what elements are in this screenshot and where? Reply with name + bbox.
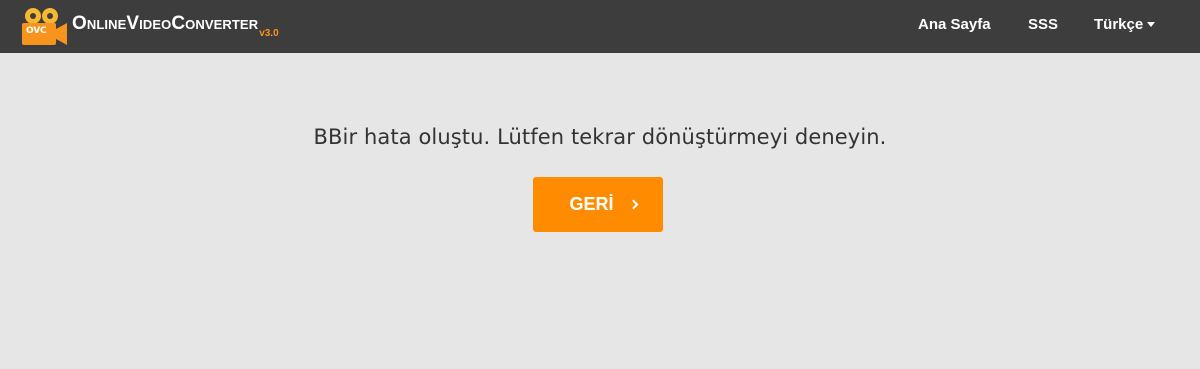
- site-logo[interactable]: OVC OnlineVideoConverter v3.0: [22, 5, 279, 47]
- nav-faq-link[interactable]: SSS: [1028, 16, 1058, 33]
- logo-version: v3.0: [259, 27, 279, 39]
- main-content: BBir hata oluştu. Lütfen tekrar dönüştür…: [0, 53, 1200, 369]
- error-message: BBir hata oluştu. Lütfen tekrar dönüştür…: [313, 125, 887, 149]
- nav-home-link[interactable]: Ana Sayfa: [918, 16, 991, 33]
- language-label: Türkçe: [1094, 16, 1144, 33]
- back-button-label: GERİ: [569, 194, 614, 214]
- top-navbar: OVC OnlineVideoConverter v3.0 Ana Sayfa …: [0, 0, 1200, 53]
- film-camera-icon: OVC: [22, 6, 68, 46]
- logo-name: OnlineVideoConverter: [72, 13, 259, 34]
- logo-badge: OVC: [26, 26, 47, 36]
- back-button[interactable]: GERİ: [533, 177, 663, 232]
- chevron-right-icon: [628, 199, 638, 210]
- language-dropdown[interactable]: Türkçe: [1094, 16, 1156, 33]
- caret-down-icon: [1147, 22, 1156, 27]
